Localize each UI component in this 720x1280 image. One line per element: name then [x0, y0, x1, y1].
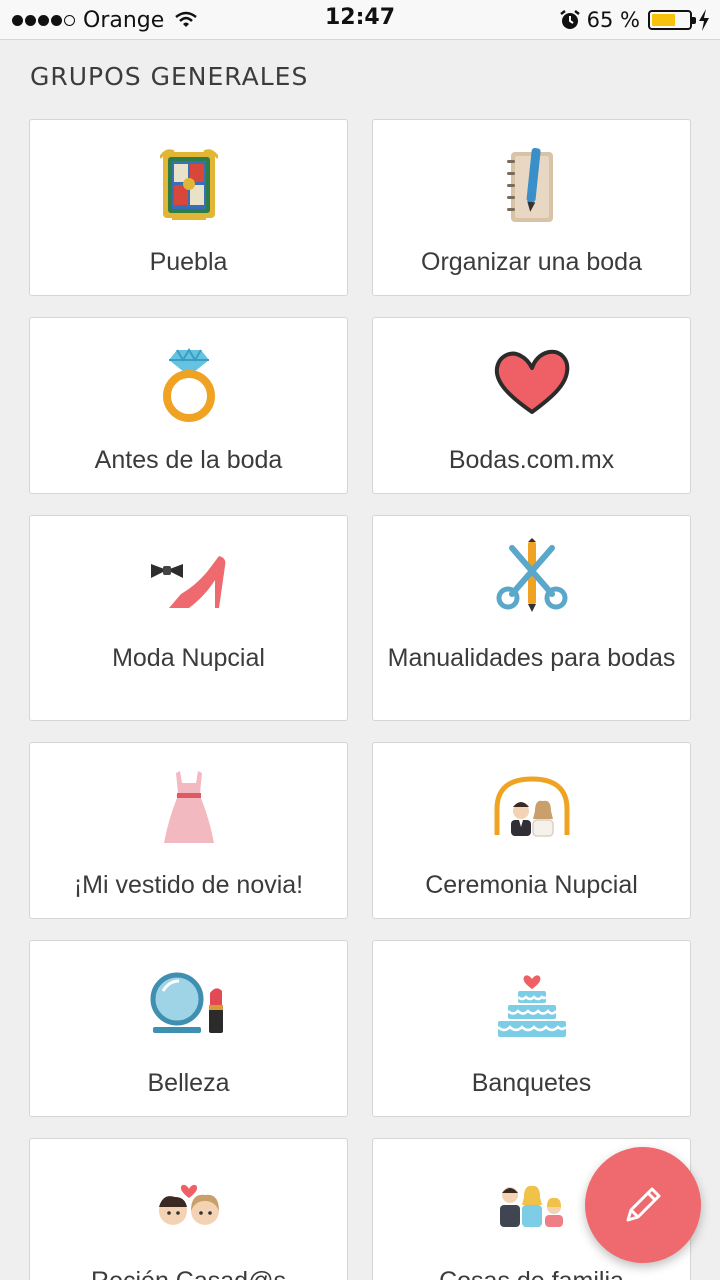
bowtie-heel-icon: [150, 556, 225, 608]
group-label: Puebla: [149, 248, 228, 276]
notebook-pen-icon: [506, 148, 553, 222]
group-card-antes-de-la-boda[interactable]: Antes de la boda: [29, 317, 348, 494]
group-label: Organizar una boda: [421, 248, 642, 276]
group-label: Antes de la boda: [94, 446, 283, 474]
new-post-fab-button[interactable]: [585, 1147, 701, 1263]
battery-percent: 65 %: [586, 8, 640, 32]
group-label: Belleza: [147, 1069, 230, 1097]
group-card-organizar-una-boda[interactable]: Organizar una boda: [372, 119, 691, 296]
group-card-puebla[interactable]: Puebla: [29, 119, 348, 296]
pencil-icon: [626, 1187, 661, 1222]
puebla-coat-of-arms-icon: [159, 149, 218, 220]
group-label: Bodas.com.mx: [448, 446, 615, 474]
battery-icon: [648, 10, 696, 30]
group-label: ¡Mi vestido de novia!: [73, 871, 304, 899]
group-card-ceremonia-nupcial[interactable]: Ceremonia Nupcial: [372, 742, 691, 919]
group-label: Ceremonia Nupcial: [425, 871, 638, 899]
group-card-recien-casados[interactable]: Recién Casad@s: [29, 1138, 348, 1280]
group-label: Cosas de familia: [383, 1267, 680, 1280]
wedding-dress-icon: [163, 771, 214, 843]
status-right: 65 %: [559, 6, 710, 34]
heart-icon: [494, 349, 569, 414]
family-icon: [499, 1185, 563, 1227]
group-label: Moda Nupcial: [112, 644, 265, 672]
wedding-cake-icon: [496, 975, 567, 1037]
scissors-pencil-icon: [496, 538, 567, 612]
group-card-moda-nupcial[interactable]: Moda Nupcial: [29, 515, 348, 721]
group-label: Manualidades para bodas: [387, 644, 676, 672]
section-title: GRUPOS GENERALES: [30, 62, 309, 91]
newlyweds-icon: [158, 1184, 219, 1225]
group-card-banquetes[interactable]: Banquetes: [372, 940, 691, 1117]
group-card-belleza[interactable]: Belleza: [29, 940, 348, 1117]
charging-icon: [699, 9, 709, 31]
groups-grid: Puebla Organizar una boda Antes de la bo…: [29, 119, 691, 1280]
group-label: Banquetes: [471, 1069, 592, 1097]
group-card-mi-vestido-de-novia[interactable]: ¡Mi vestido de novia!: [29, 742, 348, 919]
alarm-icon: [559, 10, 580, 29]
group-card-manualidades-para-bodas[interactable]: Manualidades para bodas: [372, 515, 691, 721]
status-bar: Orange 12:47 65 %: [0, 0, 720, 40]
mirror-lipstick-icon: [150, 972, 223, 1033]
group-card-bodas-com-mx[interactable]: Bodas.com.mx: [372, 317, 691, 494]
diamond-ring-icon: [162, 348, 215, 422]
couple-arch-icon: [494, 776, 569, 837]
group-label: Recién Casad@s: [40, 1267, 337, 1280]
